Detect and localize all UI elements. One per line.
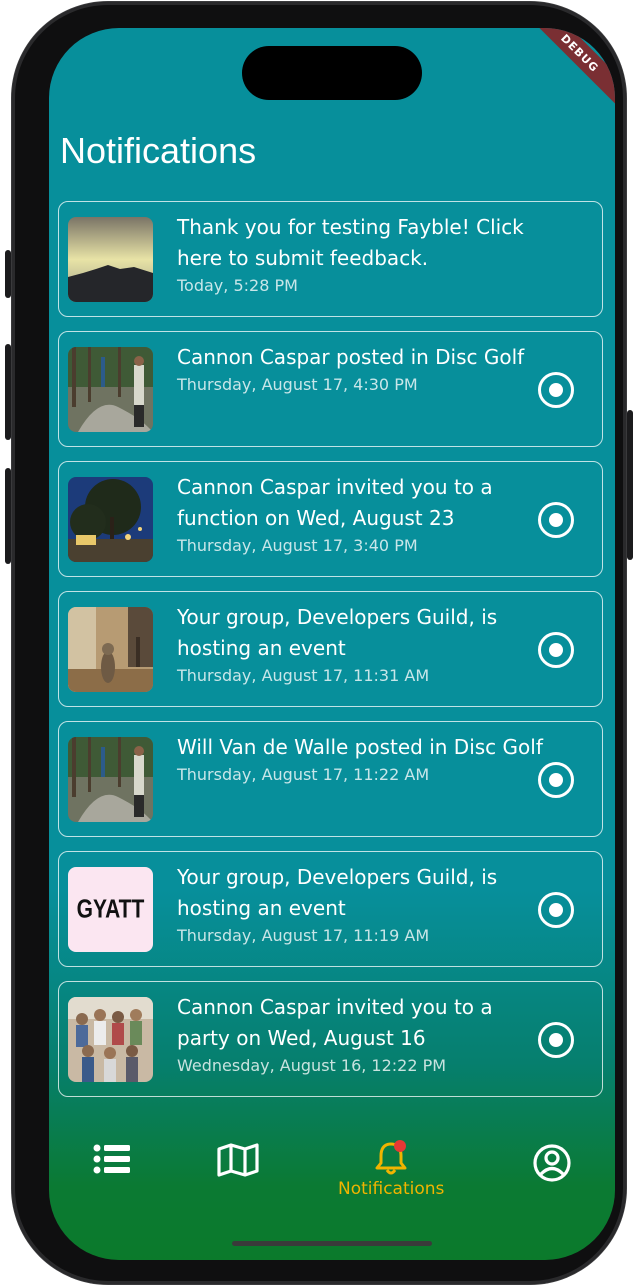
action-button: [5, 250, 11, 298]
notification-message: Will Van de Walle posted in Disc Golf: [177, 735, 543, 759]
notification-message: Cannon Caspar invited you to a party on …: [177, 995, 493, 1050]
unread-indicator-icon[interactable]: [538, 632, 574, 668]
gyatt-logo-text: GYATT: [76, 894, 145, 924]
notification-card[interactable]: Will Van de Walle posted in Disc Golf Th…: [58, 721, 603, 837]
dynamic-island: [242, 46, 422, 100]
notification-badge-dot: [394, 1140, 407, 1152]
notification-time: Thursday, August 17, 11:22 AM: [177, 765, 430, 784]
notification-message: Cannon Caspar invited you to a function …: [177, 475, 493, 530]
cat-hallway-photo: [68, 607, 153, 692]
phone-frame: DEBUG Notifications Thank you for testin…: [5, 2, 633, 1284]
app-screen: DEBUG Notifications Thank you for testin…: [49, 28, 615, 1260]
notification-message: Cannon Caspar posted in Disc Golf: [177, 345, 525, 369]
group-photo: [68, 997, 153, 1082]
power-button: [627, 410, 633, 560]
unread-indicator-icon[interactable]: [538, 762, 574, 798]
disc-golf-photo: [68, 737, 153, 822]
home-indicator[interactable]: [232, 1241, 432, 1246]
notification-time: Wednesday, August 16, 12:22 PM: [177, 1056, 447, 1075]
notification-time: Thursday, August 17, 11:19 AM: [177, 926, 430, 945]
disc-golf-photo: [68, 347, 153, 432]
map-icon: [217, 1143, 259, 1177]
bottom-navigation: Notifications: [49, 1123, 615, 1213]
notification-message: Thank you for testing Fayble! Click here…: [177, 215, 524, 270]
notification-card[interactable]: GYATT Your group, Developers Guild, is h…: [58, 851, 603, 967]
nav-item-notifications[interactable]: Notifications: [338, 1139, 444, 1199]
debug-banner: DEBUG: [519, 28, 615, 114]
nav-item-list[interactable]: [93, 1143, 131, 1175]
unread-indicator-icon[interactable]: [538, 502, 574, 538]
notification-card[interactable]: Your group, Developers Guild, is hosting…: [58, 591, 603, 707]
notification-message: Your group, Developers Guild, is hosting…: [177, 605, 498, 660]
nav-label-notifications: Notifications: [338, 1179, 445, 1199]
unread-indicator-icon[interactable]: [538, 1022, 574, 1058]
bell-icon: [375, 1140, 407, 1175]
notification-card[interactable]: Cannon Caspar invited you to a party on …: [58, 981, 603, 1097]
notification-card[interactable]: Cannon Caspar posted in Disc Golf Thursd…: [58, 331, 603, 447]
notification-list: Thank you for testing Fayble! Click here…: [58, 201, 603, 1111]
volume-down-button: [5, 468, 11, 564]
notification-time: Thursday, August 17, 3:40 PM: [177, 536, 418, 555]
notification-message: Your group, Developers Guild, is hosting…: [177, 865, 498, 920]
nav-item-map[interactable]: [217, 1143, 259, 1177]
list-icon: [93, 1144, 130, 1174]
nav-item-profile[interactable]: [532, 1143, 572, 1183]
notification-time: Thursday, August 17, 11:31 AM: [177, 666, 430, 685]
sunset-hill-photo: [68, 217, 153, 302]
notification-card[interactable]: Cannon Caspar invited you to a function …: [58, 461, 603, 577]
notification-time: Today, 5:28 PM: [177, 276, 298, 295]
unread-indicator-icon[interactable]: [538, 372, 574, 408]
account-circle-icon: [533, 1144, 571, 1182]
gyatt-logo: GYATT: [68, 867, 153, 952]
notification-card[interactable]: Thank you for testing Fayble! Click here…: [58, 201, 603, 317]
night-trees-photo: [68, 477, 153, 562]
volume-up-button: [5, 344, 11, 440]
unread-indicator-icon[interactable]: [538, 892, 574, 928]
notification-time: Thursday, August 17, 4:30 PM: [177, 375, 418, 394]
page-title: Notifications: [60, 130, 257, 171]
